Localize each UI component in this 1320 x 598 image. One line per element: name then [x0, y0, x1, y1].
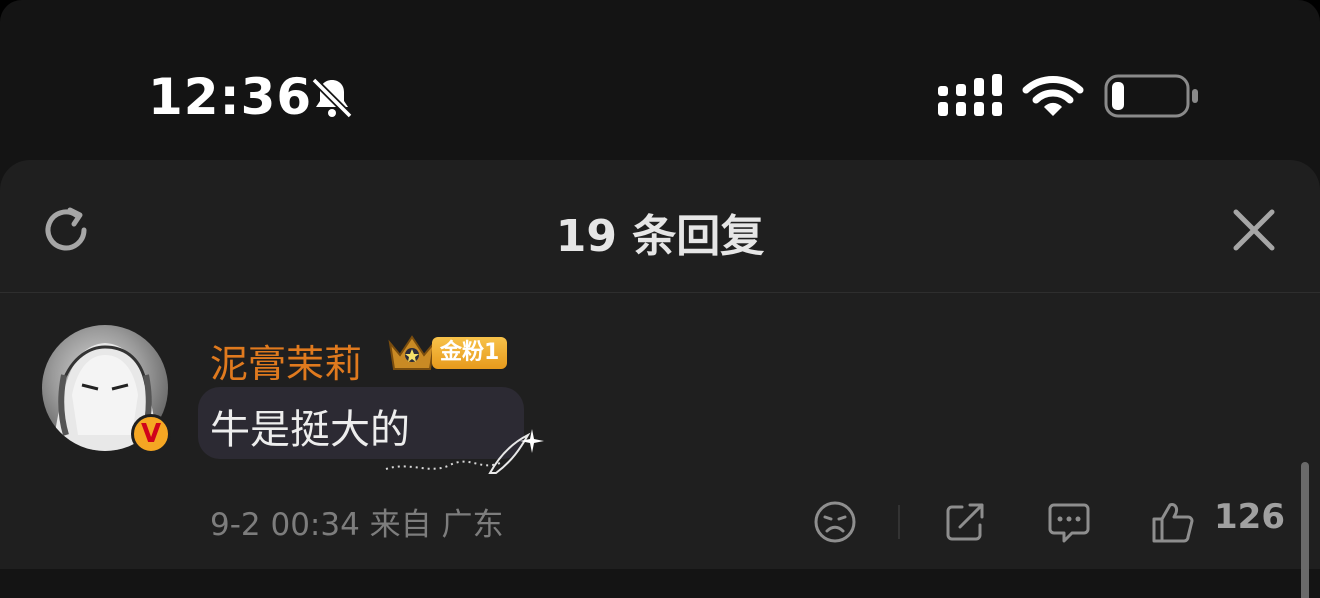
comment-meta: 9-2 00:34 来自 广东 [210, 507, 504, 543]
signal-icon [938, 74, 1002, 116]
verified-badge: V [131, 414, 171, 454]
sheet-title: 19 条回复 [555, 211, 765, 262]
replies-sheet: 19 条回复 V 泥膏茉莉 金粉1 牛是挺大的 9-2 00:34 来自 广东 … [0, 160, 1320, 598]
like-count: 126 [1214, 497, 1285, 537]
bell-slash-icon [311, 77, 353, 119]
battery-icon [1104, 74, 1198, 118]
scrollbar[interactable] [1301, 462, 1309, 598]
reply-icon[interactable] [1046, 499, 1092, 545]
like-icon[interactable] [1150, 499, 1196, 545]
close-icon[interactable] [1230, 206, 1278, 254]
fan-badge: 金粉1 [432, 337, 508, 369]
username[interactable]: 泥膏茉莉 [210, 333, 362, 388]
list-separator [0, 569, 1320, 598]
feather-decoration [385, 429, 544, 474]
wifi-icon [1022, 76, 1084, 116]
share-icon[interactable] [942, 499, 988, 545]
status-time: 12:36 [148, 68, 313, 126]
comment-item[interactable]: V 泥膏茉莉 金粉1 牛是挺大的 9-2 00:34 来自 广东 126 [0, 293, 1320, 569]
action-divider [898, 505, 900, 539]
sheet-header: 19 条回复 [0, 160, 1320, 293]
dislike-icon[interactable] [812, 499, 858, 545]
phone-screen: 12:36 19 条回复 V 泥膏茉莉 金粉1 牛是挺大的 9-2 00:34 … [0, 0, 1320, 598]
crown-icon [388, 335, 436, 370]
